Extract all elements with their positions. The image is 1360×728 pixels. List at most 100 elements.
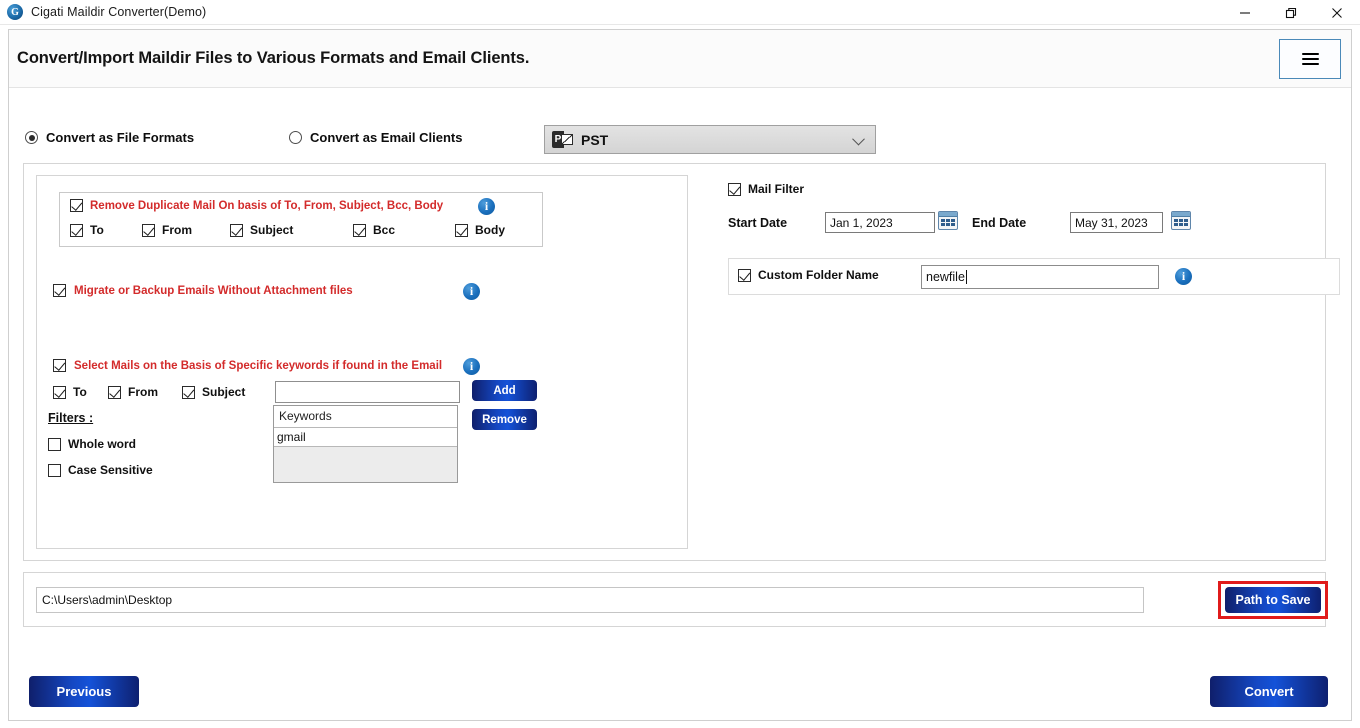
end-date-input[interactable] xyxy=(1070,212,1163,233)
dup-field-to-label: To xyxy=(90,223,104,237)
keyword-select-info-icon[interactable] xyxy=(463,358,480,375)
hamburger-menu-icon[interactable] xyxy=(1279,39,1341,79)
keyword-select-checkbox[interactable] xyxy=(53,359,66,372)
add-keyword-button[interactable]: Add xyxy=(472,380,537,401)
remove-keyword-button[interactable]: Remove xyxy=(472,409,537,430)
chevron-down-icon xyxy=(852,132,865,145)
radio-convert-as-file-formats[interactable]: Convert as File Formats xyxy=(25,130,194,145)
dup-field-body-checkbox[interactable] xyxy=(455,223,468,237)
app-logo-icon xyxy=(7,4,23,20)
end-date-label: End Date xyxy=(972,216,1027,230)
filters-title: Filters : xyxy=(48,411,94,425)
mail-filter-checkbox-row[interactable]: Mail Filter xyxy=(728,182,804,196)
custom-folder-info-icon[interactable] xyxy=(1175,268,1192,285)
window-controls xyxy=(1222,0,1360,25)
dup-field-from-checkbox[interactable] xyxy=(142,223,155,237)
radio-file-formats-label: Convert as File Formats xyxy=(46,130,195,145)
without-attachment-checkbox-row[interactable]: Migrate or Backup Emails Without Attachm… xyxy=(53,284,353,297)
keyword-input[interactable] xyxy=(275,381,460,403)
output-format-value: PST xyxy=(581,131,609,148)
previous-button[interactable]: Previous xyxy=(29,676,139,707)
case-sensitive-checkbox[interactable] xyxy=(48,463,61,477)
info-icon xyxy=(478,198,495,215)
remove-duplicate-group: Remove Duplicate Mail On basis of To, Fr… xyxy=(59,192,543,247)
radio-file-formats-indicator xyxy=(25,131,38,144)
dup-field-bcc-label: Bcc xyxy=(373,223,396,237)
calendar-icon[interactable] xyxy=(1171,211,1191,230)
mail-filter-checkbox[interactable] xyxy=(728,182,741,196)
dup-field-from[interactable]: From xyxy=(142,223,192,237)
app-frame: Convert/Import Maildir Files to Various … xyxy=(8,29,1352,721)
options-content-box: Remove Duplicate Mail On basis of To, Fr… xyxy=(23,163,1340,561)
kw-field-to[interactable]: To xyxy=(53,385,87,399)
path-to-save-button[interactable]: Path to Save xyxy=(1225,587,1321,613)
close-icon[interactable] xyxy=(1314,0,1360,25)
custom-folder-checkbox[interactable] xyxy=(738,268,751,282)
dup-field-body[interactable]: Body xyxy=(455,223,505,237)
without-attachment-label: Migrate or Backup Emails Without Attachm… xyxy=(74,284,353,297)
kw-field-from-checkbox[interactable] xyxy=(108,385,121,399)
info-icon xyxy=(463,283,480,300)
custom-folder-label: Custom Folder Name xyxy=(758,268,879,282)
header-band: Convert/Import Maildir Files to Various … xyxy=(9,30,1351,88)
text-caret xyxy=(965,270,967,284)
keyword-select-label: Select Mails on the Basis of Specific ke… xyxy=(74,359,443,372)
kw-field-to-label: To xyxy=(73,385,87,399)
dup-field-bcc[interactable]: Bcc xyxy=(353,223,395,237)
convert-button[interactable]: Convert xyxy=(1210,676,1328,707)
dup-field-subject-checkbox[interactable] xyxy=(230,223,243,237)
dup-field-subject-label: Subject xyxy=(250,223,294,237)
whole-word-checkbox[interactable] xyxy=(48,437,61,451)
whole-word-label: Whole word xyxy=(68,437,136,451)
dup-field-subject[interactable]: Subject xyxy=(230,223,293,237)
dup-field-to-checkbox[interactable] xyxy=(70,223,83,237)
custom-folder-box: Custom Folder Name newfile xyxy=(728,258,1340,295)
save-path-input[interactable]: C:\Users\admin\Desktop xyxy=(36,587,1144,613)
radio-email-clients-label: Convert as Email Clients xyxy=(310,130,463,145)
window-titlebar: Cigati Maildir Converter(Demo) xyxy=(0,0,1360,25)
start-date-label: Start Date xyxy=(728,216,788,230)
calendar-icon[interactable] xyxy=(938,211,958,230)
keyword-select-checkbox-row[interactable]: Select Mails on the Basis of Specific ke… xyxy=(53,359,442,372)
dup-field-from-label: From xyxy=(162,223,192,237)
start-date-input[interactable] xyxy=(825,212,935,233)
custom-folder-checkbox-row[interactable]: Custom Folder Name xyxy=(738,268,879,282)
path-to-save-highlight: Path to Save xyxy=(1218,581,1328,619)
info-icon xyxy=(463,358,480,375)
kw-field-to-checkbox[interactable] xyxy=(53,385,66,399)
info-icon xyxy=(1175,268,1192,285)
keyword-list[interactable]: Keywords gmail xyxy=(273,405,458,483)
kw-field-subject-label: Subject xyxy=(202,385,246,399)
kw-field-subject-checkbox[interactable] xyxy=(182,385,195,399)
left-options-pane: Remove Duplicate Mail On basis of To, Fr… xyxy=(36,175,688,549)
kw-field-subject[interactable]: Subject xyxy=(182,385,245,399)
kw-field-from-label: From xyxy=(128,385,158,399)
dup-field-to[interactable]: To xyxy=(70,223,104,237)
minimize-icon[interactable] xyxy=(1222,0,1268,25)
case-sensitive-checkbox-row[interactable]: Case Sensitive xyxy=(48,463,153,477)
custom-folder-input[interactable]: newfile xyxy=(921,265,1159,289)
outlook-pst-icon xyxy=(552,131,573,148)
list-item[interactable]: gmail xyxy=(274,428,457,447)
save-path-box: C:\Users\admin\Desktop Path to Save xyxy=(23,572,1328,627)
remove-duplicate-checkbox[interactable] xyxy=(70,199,83,212)
window-title: Cigati Maildir Converter(Demo) xyxy=(31,5,207,19)
whole-word-checkbox-row[interactable]: Whole word xyxy=(48,437,136,451)
without-attachment-info-icon[interactable] xyxy=(463,283,480,300)
restore-icon[interactable] xyxy=(1268,0,1314,25)
radio-convert-as-email-clients[interactable]: Convert as Email Clients xyxy=(289,130,462,145)
kw-field-from[interactable]: From xyxy=(108,385,158,399)
radio-email-clients-indicator xyxy=(289,131,302,144)
dup-field-body-label: Body xyxy=(475,223,505,237)
without-attachment-checkbox[interactable] xyxy=(53,284,66,297)
keyword-list-header: Keywords xyxy=(274,406,457,428)
remove-duplicate-label: Remove Duplicate Mail On basis of To, Fr… xyxy=(90,199,444,212)
remove-duplicate-info-icon[interactable] xyxy=(478,198,495,215)
case-sensitive-label: Case Sensitive xyxy=(68,463,153,477)
custom-folder-value: newfile xyxy=(926,270,965,284)
mail-filter-label: Mail Filter xyxy=(748,182,805,196)
dup-field-bcc-checkbox[interactable] xyxy=(353,223,366,237)
keyword-fields: To From Subject xyxy=(53,385,313,403)
output-format-select[interactable]: PST xyxy=(544,125,876,154)
remove-duplicate-checkbox-row[interactable]: Remove Duplicate Mail On basis of To, Fr… xyxy=(70,199,443,212)
